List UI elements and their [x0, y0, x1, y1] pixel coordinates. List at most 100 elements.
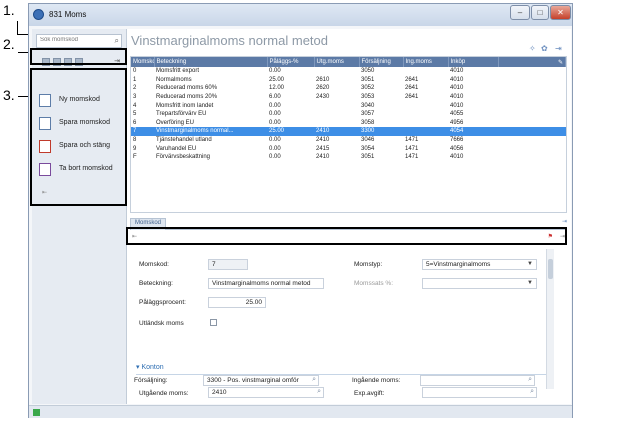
table-cell: 25.00 [267, 127, 314, 136]
table-cell [403, 119, 448, 128]
table-cell: 3054 [361, 145, 375, 152]
column-header[interactable]: Påläggs-% [267, 57, 315, 67]
table-row[interactable]: 7 Vinstmarginalmoms normal... 25.00 2410 330… [131, 127, 566, 136]
momskod-field[interactable]: 7 [208, 259, 248, 270]
table-row[interactable]: 8 Tjänstehandel utland 0.00 2410 3046 1471 766… [131, 136, 566, 145]
column-chooser-icon[interactable]: ✎ [558, 59, 563, 66]
column-header[interactable]: Beteckning [154, 57, 268, 67]
utg-moms-field[interactable]: 2410 ⌕ [208, 387, 324, 398]
highlight-box-3 [30, 68, 127, 206]
table-row[interactable]: F Förvärvsbeskattning 0.00 2410 3051 1471 4010 [131, 153, 566, 162]
table-cell: 2 [133, 85, 137, 92]
title-bar: 831 Moms – □ ✕ [29, 4, 572, 26]
table-cell: 4010 [450, 76, 464, 83]
expand-icon[interactable]: ⇥ [562, 218, 567, 225]
detail-scrollbar[interactable] [546, 249, 554, 389]
app-logo-icon [33, 9, 44, 20]
pin-window-icon[interactable]: ⇥ [555, 44, 562, 53]
search-icon[interactable]: ⌕ [115, 36, 119, 46]
palagg-field[interactable]: 25.00 [208, 297, 266, 308]
column-header[interactable]: Försäljning [359, 57, 404, 67]
table-header: MomskodBeteckningPåläggs-%Utg.momsFörsäl… [131, 57, 566, 67]
column-header[interactable]: Inköp [448, 57, 499, 67]
momstyp-value: 5=Vinstmarginalmoms [426, 261, 491, 268]
table-cell: 1471 [405, 145, 419, 152]
table-cell: 3051 [361, 76, 375, 83]
search-icon[interactable]: ⌕ [317, 388, 321, 396]
table-cell-filler [498, 119, 566, 128]
page-title: Vinstmarginalmoms normal metod [131, 33, 328, 48]
ing-moms-field[interactable]: ⌕ [420, 375, 535, 386]
forsaljning-field[interactable]: 3300 - Pos. vinstmarginal omför ⌕ [203, 375, 319, 386]
table-cell: 2410 [314, 127, 359, 136]
column-header[interactable]: Ing.moms [403, 57, 449, 67]
callout-line-1 [17, 21, 18, 35]
ing-moms-label: Ingående moms: [352, 377, 401, 384]
konton-header[interactable]: ▾ Konton [136, 363, 164, 371]
table-cell: 0.00 [269, 68, 281, 75]
gear-icon[interactable]: ✿ [541, 44, 548, 53]
table-row[interactable]: 4 Momsfritt inom landet 0.00 3040 4010 [131, 101, 566, 110]
table-cell: 4010 [450, 154, 464, 161]
table-cell: 7 [131, 127, 154, 136]
minimize-button[interactable]: – [510, 5, 530, 20]
status-icon [33, 409, 40, 416]
table-cell: 0.00 [269, 119, 281, 126]
utlandsk-label: Utländsk moms [139, 320, 184, 327]
exp-avgift-field[interactable]: ⌕ [422, 387, 537, 398]
table-row[interactable]: 5 Trepartsförvärv EU 0.00 3057 4055 [131, 110, 566, 119]
table-cell: 3058 [361, 119, 375, 126]
table-cell-filler [498, 84, 566, 93]
chevron-down-icon[interactable]: ▼ [527, 280, 533, 286]
table-cell [314, 67, 359, 76]
search-box[interactable]: ⌕ [36, 34, 122, 48]
table-row[interactable]: 0 Momsfritt export 0.00 3050 4010 [131, 67, 566, 76]
table-cell [314, 101, 359, 110]
table-cell: 0.00 [269, 145, 281, 152]
table-cell: 2641 [405, 94, 419, 101]
utlandsk-checkbox[interactable] [210, 319, 217, 326]
table-cell: 4010 [450, 68, 464, 75]
highlight-box-6 [126, 227, 567, 245]
table-cell: Momsfritt inom landet [156, 102, 214, 109]
chevron-down-icon[interactable]: ▼ [527, 261, 533, 267]
table-cell [403, 67, 448, 76]
table-row[interactable]: 9 Varuhandel EU 0.00 2415 3054 1471 4056 [131, 144, 566, 153]
table-cell: 3040 [361, 102, 375, 109]
table-row[interactable]: 6 Överföring EU 0.00 3058 4956 [131, 119, 566, 128]
search-icon[interactable]: ⌕ [312, 376, 316, 384]
column-header[interactable]: Momskod [131, 57, 155, 67]
table-cell: 3057 [361, 111, 375, 118]
table-cell: 4054 [448, 127, 498, 136]
search-input[interactable] [40, 37, 106, 43]
column-header-filler: ✎ [498, 57, 566, 67]
table-cell: 1471 [405, 137, 419, 144]
table-cell: Momsfritt export [156, 68, 200, 75]
momssats-select[interactable]: ▼ [422, 278, 537, 289]
maximize-button[interactable]: □ [531, 5, 549, 20]
momstyp-select[interactable]: 5=Vinstmarginalmoms ▼ [422, 259, 537, 270]
table-cell: Reducerad moms 60% [156, 85, 218, 92]
table-cell-filler [498, 76, 566, 85]
table-cell: Tjänstehandel utland [156, 137, 212, 144]
table-row[interactable]: 2 Reducerad moms 60% 12.00 2620 3052 2641 4010 [131, 84, 566, 93]
momstyp-label: Momstyp: [354, 261, 383, 268]
callout-2: 2. [3, 36, 15, 52]
table-cell: 2620 [316, 85, 330, 92]
momssats-label: Momssats %: [354, 280, 394, 287]
search-icon[interactable]: ⌕ [530, 388, 534, 396]
table-cell: 4055 [450, 111, 464, 118]
table-cell: 3053 [361, 94, 375, 101]
star-icon[interactable]: ✧ [529, 44, 536, 53]
table-row[interactable]: 1 Normalmoms 25.00 2610 3051 2641 4010 [131, 76, 566, 85]
table-row[interactable]: 3 Reducerad moms 20% 6.00 2430 3053 2641 4010 [131, 93, 566, 102]
table-cell: 8 [133, 137, 137, 144]
column-header[interactable]: Utg.moms [314, 57, 360, 67]
search-icon[interactable]: ⌕ [528, 376, 532, 384]
scrollbar-thumb[interactable] [548, 259, 553, 279]
close-button[interactable]: ✕ [550, 5, 571, 20]
main-content: Vinstmarginalmoms normal metod ✧ ✿ ⇥ Mom… [127, 29, 571, 404]
table-cell: 7666 [450, 137, 464, 144]
forsaljning-label: Försäljning: [134, 377, 168, 384]
beteckning-field[interactable]: Vinstmarginalmoms normal metod [208, 278, 324, 289]
